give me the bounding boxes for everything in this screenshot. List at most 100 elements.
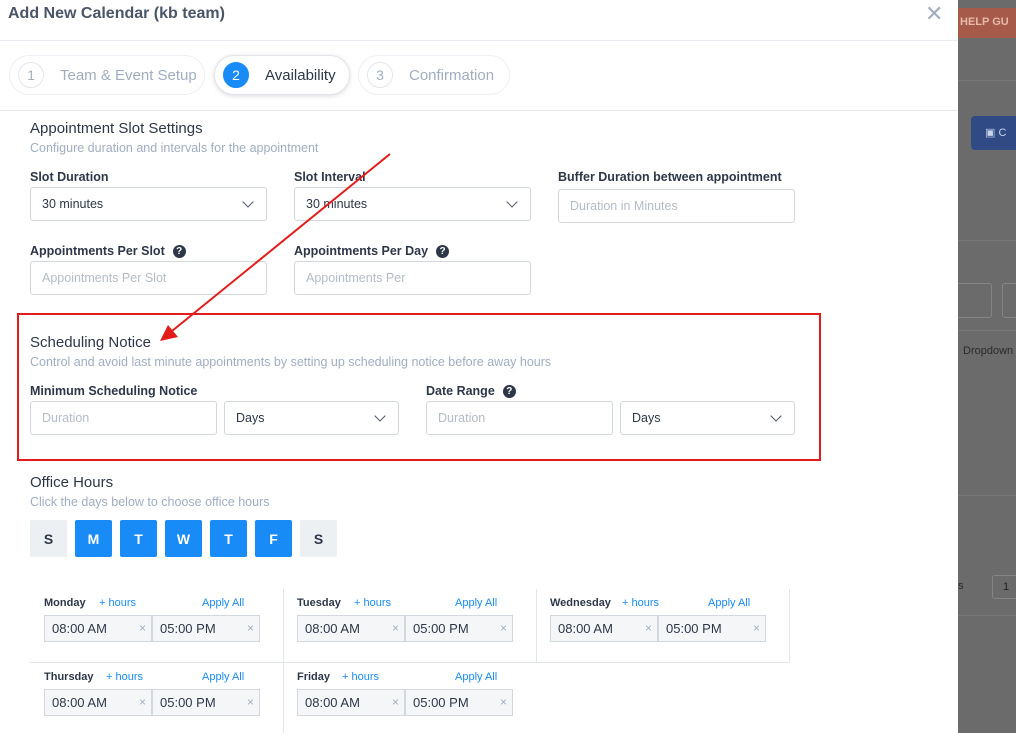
add-hours-link[interactable]: + hours — [354, 597, 391, 609]
background-dropdown-label: Dropdown — [963, 345, 1014, 357]
office-hours-wednesday: Wednesday + hours Apply All 08:00 AM × 05… — [536, 589, 789, 663]
office-hours-friday: Friday + hours Apply All 08:00 AM × 05:00… — [283, 663, 536, 733]
date-range-label: Date Range ? — [426, 384, 516, 398]
divider — [958, 615, 1016, 616]
chevron-down-icon — [506, 196, 518, 208]
chevron-down-icon — [770, 410, 782, 422]
apply-all-link[interactable]: Apply All — [708, 597, 750, 609]
clear-icon[interactable]: × — [139, 621, 146, 635]
divider — [0, 110, 958, 111]
section-title-scheduling-notice: Scheduling Notice — [30, 334, 151, 351]
day-toggle-thursday[interactable]: T — [210, 520, 247, 557]
chevron-down-icon — [374, 410, 386, 422]
divider — [958, 495, 1016, 496]
slot-duration-select[interactable]: 30 minutes — [30, 187, 267, 221]
buffer-duration-input[interactable]: Duration in Minutes — [558, 189, 795, 223]
add-hours-link[interactable]: + hours — [106, 671, 143, 683]
start-time-input[interactable]: 08:00 AM × — [297, 615, 405, 642]
add-calendar-modal: Add New Calendar (kb team) ✕ 1 Team & Ev… — [0, 0, 958, 733]
appointments-per-day-input[interactable]: Appointments Per — [294, 261, 531, 295]
background-input — [1002, 283, 1016, 318]
day-toggle-sunday[interactable]: S — [30, 520, 67, 557]
chevron-down-icon — [242, 196, 254, 208]
start-time-input[interactable]: 08:00 AM × — [44, 689, 152, 716]
slot-interval-label: Slot Interval — [294, 170, 366, 184]
end-time-input[interactable]: 05:00 PM × — [658, 615, 766, 642]
step-confirmation[interactable]: 3 Confirmation — [358, 55, 510, 95]
apply-all-link[interactable]: Apply All — [202, 671, 244, 683]
clear-icon[interactable]: × — [392, 695, 399, 709]
section-title-office-hours: Office Hours — [30, 474, 114, 491]
end-time-input[interactable]: 05:00 PM × — [152, 689, 260, 716]
apply-all-link[interactable]: Apply All — [202, 597, 244, 609]
appointments-per-day-label: Appointments Per Day ? — [294, 244, 450, 258]
page-number: 1 — [992, 575, 1016, 599]
background-button: ▣ C — [971, 116, 1016, 150]
end-time-input[interactable]: 05:00 PM × — [152, 615, 260, 642]
end-time-input[interactable]: 05:00 PM × — [405, 689, 513, 716]
help-icon[interactable]: ? — [436, 244, 450, 258]
add-hours-link[interactable]: + hours — [622, 597, 659, 609]
section-subtitle-slot-settings: Configure duration and intervals for the… — [30, 141, 319, 155]
step-number: 1 — [18, 62, 44, 88]
appointments-per-slot-label: Appointments Per Slot ? — [30, 244, 186, 258]
add-hours-link[interactable]: + hours — [99, 597, 136, 609]
day-toggle-saturday[interactable]: S — [300, 520, 337, 557]
day-name: Monday — [44, 597, 86, 609]
office-hours-grid: Monday + hours Apply All 08:00 AM × 05:00… — [30, 589, 790, 733]
min-notice-label: Minimum Scheduling Notice — [30, 384, 198, 398]
day-name: Thursday — [44, 671, 94, 683]
divider — [958, 240, 1016, 241]
office-hours-thursday: Thursday + hours Apply All 08:00 AM × 05:… — [30, 663, 283, 733]
start-time-input[interactable]: 08:00 AM × — [297, 689, 405, 716]
start-time-input[interactable]: 08:00 AM × — [44, 615, 152, 642]
day-name: Wednesday — [550, 597, 611, 609]
help-icon[interactable]: ? — [502, 384, 516, 398]
section-title-slot-settings: Appointment Slot Settings — [30, 120, 203, 137]
date-range-unit-select[interactable]: Days — [620, 401, 795, 435]
date-range-input[interactable]: Duration — [426, 401, 613, 435]
clear-icon[interactable]: × — [645, 621, 652, 635]
help-button: HELP GU — [958, 8, 1016, 38]
start-time-input[interactable]: 08:00 AM × — [550, 615, 658, 642]
clear-icon[interactable]: × — [500, 621, 507, 635]
divider — [958, 330, 1016, 331]
min-notice-unit-select[interactable]: Days — [224, 401, 399, 435]
clear-icon[interactable]: × — [500, 695, 507, 709]
end-time-input[interactable]: 05:00 PM × — [405, 615, 513, 642]
day-toggle-tuesday[interactable]: T — [120, 520, 157, 557]
apply-all-link[interactable]: Apply All — [455, 671, 497, 683]
close-icon[interactable]: ✕ — [925, 1, 943, 27]
day-toggle-wednesday[interactable]: W — [165, 520, 202, 557]
day-toggle-monday[interactable]: M — [75, 520, 112, 557]
background-input — [958, 283, 992, 318]
divider — [958, 80, 1016, 81]
apply-all-link[interactable]: Apply All — [455, 597, 497, 609]
clear-icon[interactable]: × — [247, 621, 254, 635]
divider — [789, 589, 790, 663]
day-toggle-friday[interactable]: F — [255, 520, 292, 557]
step-label: Availability — [265, 66, 336, 84]
day-name: Friday — [297, 671, 331, 683]
appointments-per-slot-input[interactable]: Appointments Per Slot — [30, 261, 267, 295]
background-app: HELP GU ▣ C Dropdown s 1 — [958, 0, 1016, 733]
background-text: s — [958, 580, 964, 592]
divider — [0, 40, 958, 41]
section-subtitle-office-hours: Click the days below to choose office ho… — [30, 495, 270, 509]
help-icon[interactable]: ? — [172, 244, 186, 258]
step-number: 2 — [223, 62, 249, 88]
step-label: Team & Event Setup — [60, 66, 197, 84]
slot-duration-label: Slot Duration — [30, 170, 109, 184]
step-number: 3 — [367, 62, 393, 88]
step-availability[interactable]: 2 Availability — [214, 55, 350, 95]
modal-title: Add New Calendar (kb team) — [8, 5, 225, 22]
step-team-event-setup[interactable]: 1 Team & Event Setup — [9, 55, 205, 95]
clear-icon[interactable]: × — [139, 695, 146, 709]
buffer-duration-label: Buffer Duration between appointment — [558, 170, 782, 184]
clear-icon[interactable]: × — [247, 695, 254, 709]
clear-icon[interactable]: × — [753, 621, 760, 635]
clear-icon[interactable]: × — [392, 621, 399, 635]
min-notice-input[interactable]: Duration — [30, 401, 217, 435]
slot-interval-select[interactable]: 30 minutes — [294, 187, 531, 221]
add-hours-link[interactable]: + hours — [342, 671, 379, 683]
